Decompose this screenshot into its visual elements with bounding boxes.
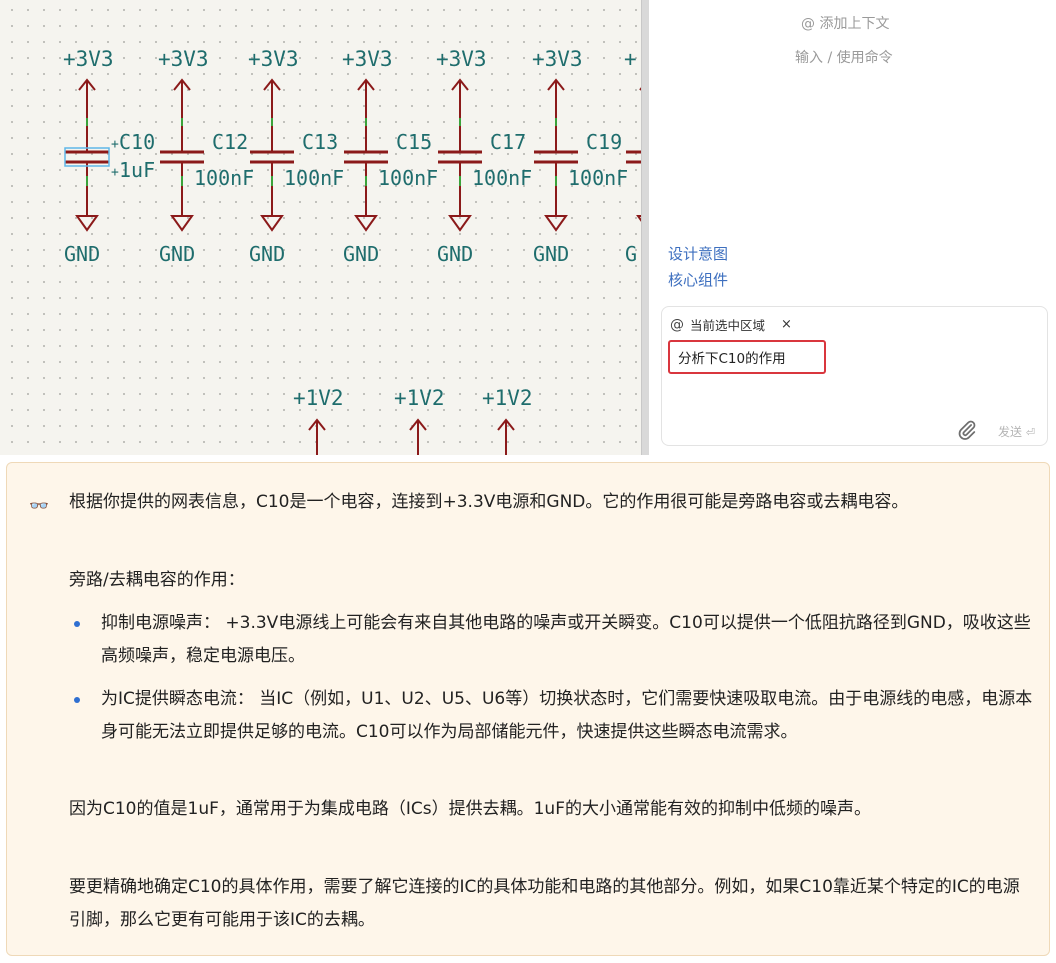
response-heading: 旁路/去耦电容的作用： [69,570,245,590]
power-label: +3V3 [158,47,209,71]
capacitor-ref: C17 [490,130,526,154]
ground-symbol [544,215,568,232]
power-label: +3V3 [342,47,393,71]
ground-symbol [170,215,194,232]
gnd-label: GND [64,242,100,266]
capacitor-ref: C10 [119,130,155,154]
power-label: +3V3 [436,47,487,71]
at-icon: @ [670,316,684,333]
context-chip-label: 当前选中区域 [690,318,766,333]
capacitor-ref: C19 [586,130,622,154]
paperclip-icon[interactable] [956,419,978,446]
capacitor-column [534,78,578,232]
power-label: +1V2 [293,386,344,410]
send-label: 发送 [998,425,1023,439]
response-paragraph-more: 要更精确地确定C10的具体作用，需要了解它连接的IC的具体功能和电路的其他部分。… [69,877,1020,930]
capacitor-column [250,78,294,232]
message-input[interactable] [668,340,826,374]
power-label: +3V3 [63,47,114,71]
capacitor-value: 100nF [568,166,628,190]
ground-symbol [354,215,378,232]
capacitor-ref: C15 [396,130,432,154]
capacitor-column [160,78,204,232]
capacitor-value: 100nF [284,166,344,190]
ai-response-card: 👓 根据你提供的网表信息，C10是一个电容，连接到+3.3V电源和GND。它的作… [6,462,1050,956]
gnd-label: GND [533,242,569,266]
context-link-design-intent[interactable]: 设计意图 [668,243,728,264]
capacitor-value: 100nF [378,166,438,190]
response-bullet-list: 抑制电源噪声： +3.3V电源线上可能会有来自其他电路的噪声或开关瞬变。C10可… [69,607,1034,749]
gnd-label: GND [249,242,285,266]
schematic-drawing[interactable]: +3V3GND+ C10+ 1uF+3V3GNDC12100nF+3V3GNDC13… [0,0,645,455]
glasses-icon: 👓 [29,496,49,515]
list-item: 抑制电源噪声： +3.3V电源线上可能会有来自其他电路的噪声或开关瞬变。C10可… [69,607,1034,673]
gnd-label: GND [343,242,379,266]
capacitor-column [438,78,482,232]
capacitor-value: 1uF [119,158,155,182]
power-label: +3V3 [532,47,583,71]
polarity-marker: + [111,165,119,180]
response-paragraph-value: 因为C10的值是1uF，通常用于为集成电路（ICs）提供去耦。1uF的大小通常能… [69,799,871,819]
context-chip: @ 当前选中区域 × [670,315,792,334]
capacitor-value: 100nF [472,166,532,190]
command-hint: 输入 / 使用命令 [795,50,893,66]
ground-symbol [75,215,99,232]
polarity-marker: + [111,137,119,152]
message-composer: @ 当前选中区域 × 发送 ⏎ [661,306,1048,446]
gnd-label: GND [159,242,195,266]
enter-icon: ⏎ [1025,426,1036,439]
chat-panel: @ 添加上下文 输入 / 使用命令 设计意图 核心组件 @ 当前选中区域 × 发… [649,0,1056,455]
close-icon[interactable]: × [781,317,792,332]
schematic-canvas[interactable]: +3V3 GND + C10 +1uF +3V3 GND C12 100nF +3V3 GND C13… [0,0,645,455]
add-context-hint[interactable]: @ 添加上下文 [801,13,889,33]
ground-symbol [260,215,284,232]
capacitor-column [344,78,388,232]
gnd-label: GND [437,242,473,266]
capacitor-column [65,78,109,232]
capacitor-ref: C12 [212,130,248,154]
capacitor-ref: C13 [302,130,338,154]
context-link-core-components[interactable]: 核心组件 [668,269,728,290]
list-item: 为IC提供瞬态电流： 当IC（例如，U1、U2、U5、U6等）切换状态时，它们需… [69,683,1034,749]
send-button[interactable]: 发送 ⏎ [998,423,1035,440]
power-label: +1V2 [482,386,533,410]
power-label: +3V3 [248,47,299,71]
capacitor-value: 100nF [194,166,254,190]
power-label: +1V2 [394,386,445,410]
power-label: + [624,47,637,71]
response-intro: 根据你提供的网表信息，C10是一个电容，连接到+3.3V电源和GND。它的作用很… [69,492,909,512]
gnd-label: G [625,242,637,266]
ground-symbol [448,215,472,232]
